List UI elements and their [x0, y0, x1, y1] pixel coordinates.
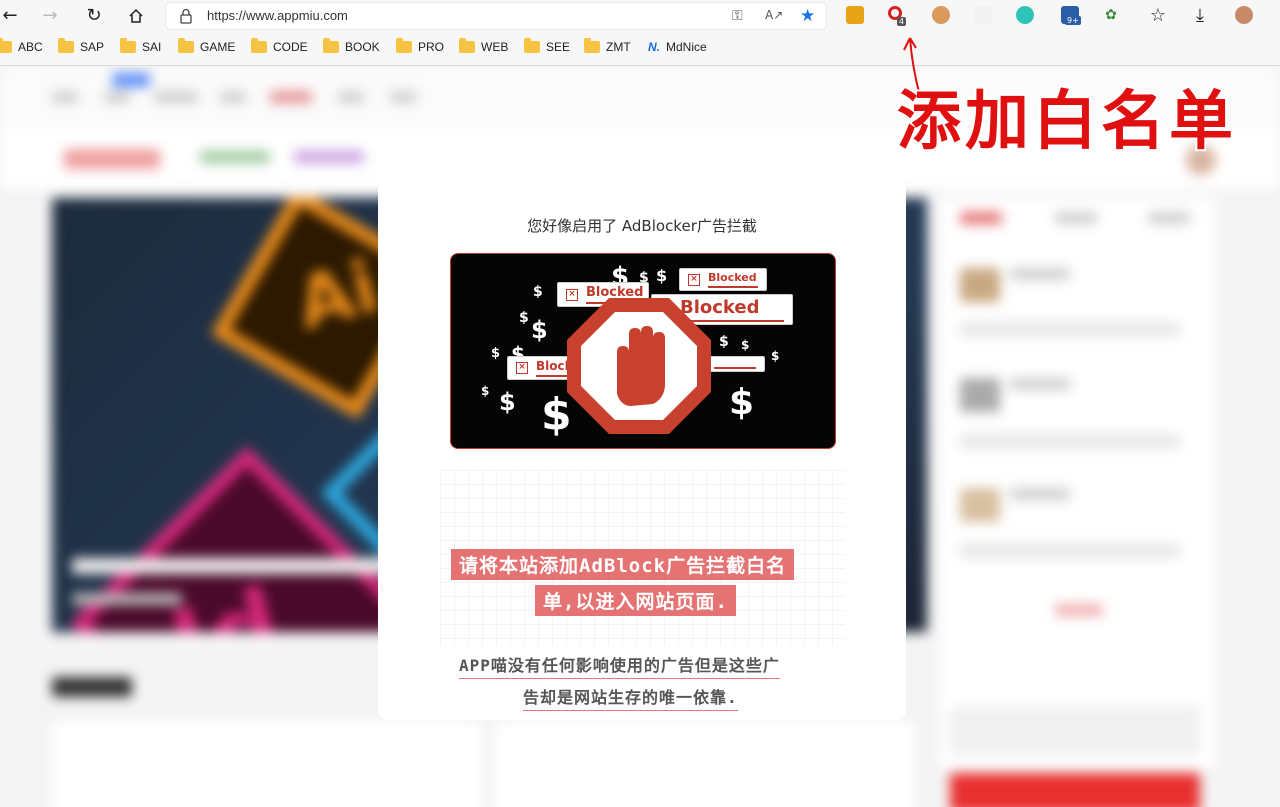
bookmark-folder[interactable]: SEE: [524, 36, 570, 58]
bookmark-folder[interactable]: ABC: [0, 36, 43, 58]
mdnice-logo-icon: N.: [648, 40, 660, 54]
bookmark-folder[interactable]: ZMT: [584, 36, 631, 58]
blocked-tag: ×Blocked: [679, 268, 767, 291]
bookmark-mdnice[interactable]: N. MdNice: [648, 36, 707, 58]
folder-icon: [58, 38, 74, 53]
address-bar[interactable]: https://www.appmiu.com ⚿ A↗ ★: [165, 2, 827, 30]
folder-icon: [524, 38, 540, 53]
extension-icon-5[interactable]: [1016, 6, 1034, 24]
notification-badge: 9+: [1065, 16, 1081, 25]
favorites-icon[interactable]: ☆: [1146, 4, 1170, 28]
bookmark-label: SAI: [142, 40, 162, 54]
bookmark-label: SAP: [80, 40, 105, 54]
folder-icon: [459, 38, 475, 53]
explanation-line2: 告却是网站生存的唯一依靠.: [523, 684, 738, 711]
modal-title: 您好像启用了 AdBlocker广告拦截: [527, 217, 757, 235]
bookmark-folder[interactable]: PRO: [396, 36, 444, 58]
folder-icon: [0, 38, 12, 53]
bookmark-label: MdNice: [666, 40, 707, 54]
folder-icon: [323, 38, 339, 53]
lock-icon[interactable]: [179, 8, 193, 24]
bookmark-label: WEB: [481, 40, 509, 54]
favorite-star-icon[interactable]: ★: [800, 6, 815, 26]
extension-icon-4[interactable]: [974, 6, 992, 24]
bookmark-folder[interactable]: SAP: [58, 36, 104, 58]
key-icon[interactable]: ⚿: [732, 8, 743, 24]
dollar-icon: $: [481, 384, 490, 398]
browser-chrome: ← → ↻ https://www.appmiu.com ⚿ A↗ ★ 4 9+…: [0, 0, 1280, 66]
bookmark-label: PRO: [418, 40, 445, 54]
reload-icon[interactable]: ↻: [82, 4, 106, 28]
folder-icon: [251, 38, 267, 53]
bookmark-label: ZMT: [606, 40, 631, 54]
bookmark-folder[interactable]: CODE: [251, 36, 308, 58]
browser-toolbar: ← → ↻ https://www.appmiu.com ⚿ A↗ ★ 4 9+…: [0, 0, 1280, 32]
dollar-icon: $: [719, 334, 729, 350]
web-page: Ai Id 您好像启用了 AdBlock: [0, 67, 1280, 807]
bookmark-folder[interactable]: GAME: [178, 36, 235, 58]
folder-icon: [396, 38, 412, 53]
dollar-icon: $: [741, 338, 750, 352]
article-card-blurred: [52, 722, 482, 807]
dollar-icon: $: [491, 346, 501, 361]
folder-icon: [120, 38, 136, 53]
adblock-modal: 您好像启用了 AdBlocker广告拦截 $ $ $ $ $ $ $ $ $ $…: [378, 180, 906, 720]
dollar-icon: $: [771, 349, 780, 363]
extension-icon-3[interactable]: [932, 6, 950, 24]
explanation-line1: APP喵没有任何影响使用的广告但是这些广: [459, 652, 780, 679]
dollar-icon: $: [519, 310, 529, 326]
whitelist-instruction-line1: 请将本站添加AdBlock广告拦截白名: [451, 549, 795, 580]
folder-icon: [178, 38, 194, 53]
adblock-banner-image: $ $ $ $ $ $ $ $ $ $ $ $ $ $ $ × Blocked ×…: [450, 253, 836, 449]
section-title-blurred: [52, 677, 132, 697]
bookmark-folder[interactable]: SAI: [120, 36, 161, 58]
bookmark-label: BOOK: [345, 40, 380, 54]
bookmarks-bar: ABC SAP SAI GAME CODE BOOK PRO WEB SEE Z…: [0, 36, 1280, 58]
dollar-icon: $: [729, 382, 755, 423]
whitelist-instruction-line2: 单,以进入网站页面.: [535, 585, 736, 616]
extension-icon-1[interactable]: [846, 6, 864, 24]
bookmark-folder[interactable]: WEB: [459, 36, 508, 58]
forward-icon[interactable]: →: [38, 4, 62, 28]
annotation-label: 添加白名单: [897, 85, 1237, 159]
article-card-blurred: [495, 722, 915, 807]
dollar-icon: $: [656, 266, 668, 285]
home-icon[interactable]: [124, 4, 148, 28]
dollar-icon: $: [531, 316, 548, 344]
back-icon[interactable]: ←: [0, 4, 22, 28]
bookmark-folder[interactable]: BOOK: [323, 36, 380, 58]
puzzle-icon[interactable]: ✿: [1102, 6, 1120, 24]
url-text[interactable]: https://www.appmiu.com: [207, 8, 348, 23]
adblock-extension-icon[interactable]: 4: [888, 6, 907, 26]
bookmark-label: CODE: [273, 40, 308, 54]
read-aloud-icon[interactable]: A↗: [765, 8, 783, 22]
bookmark-label: ABC: [18, 40, 43, 54]
dollar-icon: $: [533, 284, 543, 300]
bookmark-label: SEE: [546, 40, 571, 54]
dollar-icon: $: [499, 388, 516, 416]
extension-icon-6[interactable]: 9+: [1061, 6, 1081, 25]
folder-icon: [584, 38, 600, 53]
adblock-badge: 4: [897, 17, 907, 26]
profile-avatar[interactable]: [1235, 6, 1253, 24]
site-sidebar: [940, 198, 1215, 807]
stop-hand-icon: [567, 298, 711, 434]
bookmark-label: GAME: [200, 40, 236, 54]
download-icon[interactable]: ⤓: [1188, 4, 1212, 28]
